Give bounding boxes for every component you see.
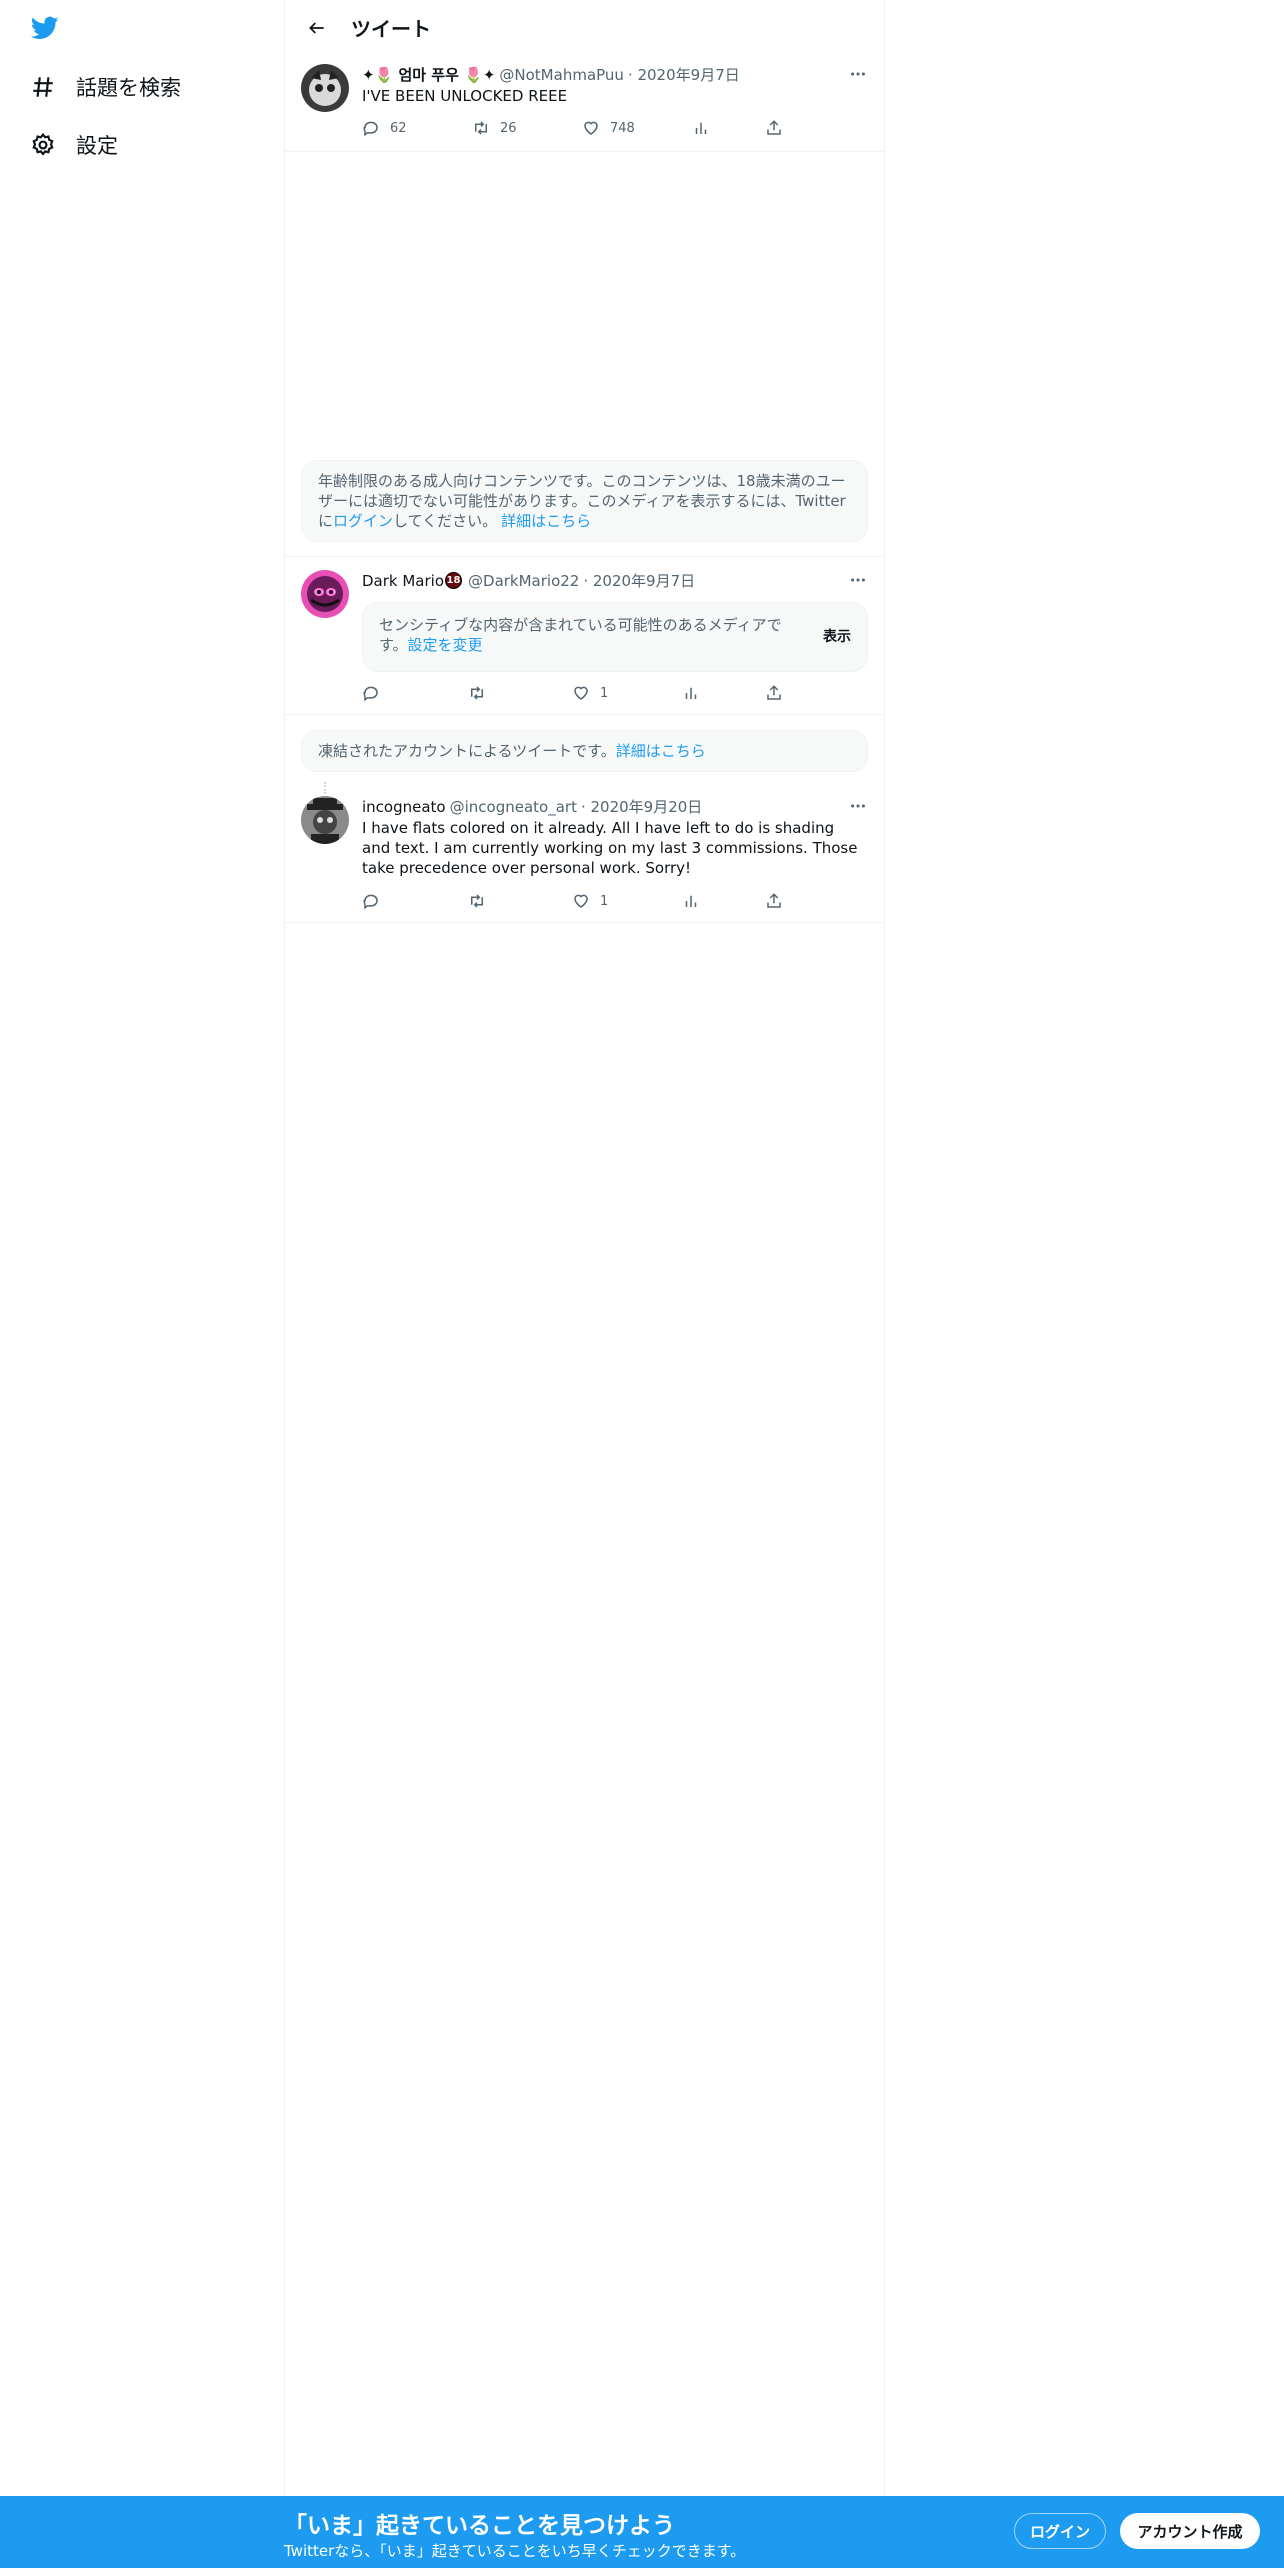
tweet-actions: 62 26 748 — [362, 118, 802, 138]
sidebar-item-label: 設定 — [76, 134, 118, 158]
sidebar-item-label: 話題を検索 — [76, 76, 181, 100]
share-button[interactable] — [765, 118, 783, 138]
tweet-text: I'VE BEEN UNLOCKED REEE — [362, 87, 568, 105]
reply-button[interactable]: 62 — [362, 118, 407, 138]
divider — [285, 151, 885, 152]
tweet-actions: 1 — [362, 891, 802, 911]
retweet-button[interactable]: 26 — [472, 118, 517, 138]
learn-more-link[interactable]: 詳細はこちら — [616, 742, 706, 760]
analytics-icon — [695, 122, 707, 134]
user-handle[interactable]: @NotMahmaPuu — [499, 66, 624, 84]
more-icon[interactable] — [848, 64, 868, 84]
analytics-button[interactable] — [692, 118, 710, 138]
change-settings-link[interactable]: 設定を変更 — [408, 636, 483, 654]
tweet-meta: ✦🌷 엄마 푸우 🌷✦ @NotMahmaPuu · 2020年9月7日 — [362, 64, 740, 85]
share-icon — [767, 893, 781, 908]
like-button[interactable]: 1 — [572, 683, 608, 703]
heart-icon — [574, 686, 588, 700]
back-arrow-icon[interactable] — [297, 8, 337, 48]
avatar[interactable] — [301, 64, 349, 112]
suspended-account-notice: 凍結されたアカウントによるツイートです。詳細はこちら — [301, 730, 868, 772]
signup-button[interactable]: アカウント作成 — [1120, 2513, 1260, 2549]
sensitive-media-warning: センシティブな内容が含まれている可能性のあるメディアです。設定を変更 表示 — [362, 602, 868, 672]
learn-more-link[interactable]: 詳細はこちら — [501, 512, 591, 530]
login-button[interactable]: ログイン — [1014, 2513, 1106, 2549]
age-restriction-notice: 年齢制限のある成人向けコンテンツです。このコンテンツは、18歳未満のユーザーには… — [301, 460, 868, 542]
retweet-icon — [471, 686, 483, 700]
reply-icon — [363, 686, 378, 702]
share-icon — [767, 685, 781, 700]
banner-title: 「いま」起きていることを見つけよう — [284, 2513, 675, 2539]
heart-icon — [574, 894, 588, 908]
more-icon[interactable] — [848, 796, 868, 816]
retweet-button[interactable] — [468, 891, 496, 911]
tweet-meta: Dark Mario 18 @DarkMario22 · 2020年9月7日 — [362, 570, 695, 591]
display-name[interactable]: incogneato — [362, 798, 446, 816]
display-name[interactable]: Dark Mario — [362, 572, 444, 590]
tweet-date[interactable]: · 2020年9月7日 — [628, 64, 740, 85]
signup-banner: 「いま」起きていることを見つけよう Twitterなら、「いま」起きていることを… — [0, 2496, 1284, 2568]
page-header: ツイート — [285, 0, 885, 55]
heart-icon — [584, 121, 598, 135]
main-column: ツイート ✦🌷 엄마 푸우 🌷✦ @NotMahmaPuu · 2020年9月7… — [284, 0, 885, 2496]
thread-connector — [324, 782, 326, 794]
analytics-button[interactable] — [682, 683, 700, 703]
gear-icon — [28, 130, 58, 160]
tweet-actions: 1 — [362, 683, 802, 703]
analytics-icon — [685, 895, 697, 907]
sidebar: 話題を検索 設定 — [0, 0, 284, 2496]
share-icon — [767, 120, 781, 135]
retweet-icon — [475, 121, 487, 135]
sidebar-item-explore[interactable]: 話題を検索 — [28, 67, 181, 107]
show-media-button[interactable]: 表示 — [823, 627, 851, 647]
like-button[interactable]: 748 — [582, 118, 635, 138]
sidebar-item-settings[interactable]: 設定 — [28, 125, 118, 165]
divider — [285, 922, 885, 923]
banner-subtitle: Twitterなら、「いま」起きていることをいち早くチェックできます。 — [284, 2542, 746, 2560]
reply-count: 62 — [390, 120, 407, 136]
like-count: 1 — [600, 893, 609, 909]
share-button[interactable] — [765, 891, 783, 911]
avatar[interactable] — [301, 796, 349, 844]
retweet-button[interactable] — [468, 683, 496, 703]
user-handle[interactable]: @incogneato_art — [450, 798, 577, 816]
retweet-count: 26 — [500, 120, 517, 136]
reply-icon — [363, 121, 378, 137]
login-link[interactable]: ログイン — [333, 512, 393, 530]
avatar[interactable] — [301, 570, 349, 618]
analytics-icon — [685, 687, 697, 699]
reply-icon — [363, 894, 378, 910]
page-title: ツイート — [351, 17, 431, 41]
tweet-meta: incogneato @incogneato_art · 2020年9月20日 — [362, 796, 702, 817]
reply-button[interactable] — [362, 683, 390, 703]
tweet-date[interactable]: · 2020年9月7日 — [583, 570, 695, 591]
display-name[interactable]: ✦🌷 엄마 푸우 🌷✦ — [362, 64, 495, 85]
like-count: 1 — [600, 685, 609, 701]
like-count: 748 — [610, 120, 635, 136]
analytics-button[interactable] — [682, 891, 700, 911]
divider — [285, 714, 885, 715]
user-handle[interactable]: @DarkMario22 — [468, 572, 579, 590]
divider — [285, 556, 885, 557]
more-icon[interactable] — [848, 570, 868, 590]
tweet-date[interactable]: · 2020年9月20日 — [581, 796, 702, 817]
age-badge-icon: 18 — [445, 572, 463, 589]
hashtag-icon — [28, 72, 58, 102]
tweet-text: I have flats colored on it already. All … — [362, 819, 858, 877]
like-button[interactable]: 1 — [572, 891, 608, 911]
twitter-bird-icon[interactable] — [28, 14, 62, 42]
reply-button[interactable] — [362, 891, 390, 911]
retweet-icon — [471, 894, 483, 908]
share-button[interactable] — [765, 683, 783, 703]
